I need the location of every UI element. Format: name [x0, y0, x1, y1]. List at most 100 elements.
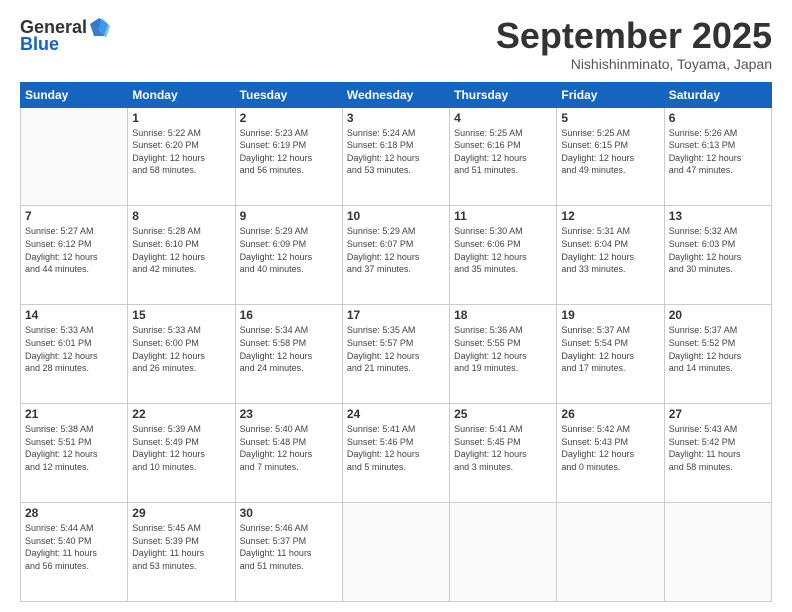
page: General Blue September 2025 Nishishinmin… [0, 0, 792, 612]
day-number: 3 [347, 111, 445, 125]
table-row: 16 Sunrise: 5:34 AM Sunset: 5:58 PM Dayli… [235, 305, 342, 404]
day-info: Sunrise: 5:29 AM Sunset: 6:07 PM Dayligh… [347, 225, 445, 275]
day-info: Sunrise: 5:36 AM Sunset: 5:55 PM Dayligh… [454, 324, 552, 374]
calendar-week-row: 7 Sunrise: 5:27 AM Sunset: 6:12 PM Daylig… [21, 206, 772, 305]
table-row: 9 Sunrise: 5:29 AM Sunset: 6:09 PM Daylig… [235, 206, 342, 305]
day-info: Sunrise: 5:26 AM Sunset: 6:13 PM Dayligh… [669, 127, 767, 177]
day-info: Sunrise: 5:44 AM Sunset: 5:40 PM Dayligh… [25, 522, 123, 572]
day-number: 6 [669, 111, 767, 125]
day-number: 1 [132, 111, 230, 125]
logo: General Blue [20, 16, 110, 55]
table-row: 24 Sunrise: 5:41 AM Sunset: 5:46 PM Dayli… [342, 404, 449, 503]
day-number: 26 [561, 407, 659, 421]
day-info: Sunrise: 5:33 AM Sunset: 6:00 PM Dayligh… [132, 324, 230, 374]
day-number: 12 [561, 209, 659, 223]
calendar-week-row: 28 Sunrise: 5:44 AM Sunset: 5:40 PM Dayli… [21, 503, 772, 602]
day-number: 2 [240, 111, 338, 125]
day-number: 18 [454, 308, 552, 322]
day-number: 24 [347, 407, 445, 421]
day-info: Sunrise: 5:38 AM Sunset: 5:51 PM Dayligh… [25, 423, 123, 473]
calendar-week-row: 1 Sunrise: 5:22 AM Sunset: 6:20 PM Daylig… [21, 107, 772, 206]
day-number: 8 [132, 209, 230, 223]
table-row: 3 Sunrise: 5:24 AM Sunset: 6:18 PM Daylig… [342, 107, 449, 206]
header-monday: Monday [128, 82, 235, 107]
table-row [664, 503, 771, 602]
table-row: 19 Sunrise: 5:37 AM Sunset: 5:54 PM Dayli… [557, 305, 664, 404]
day-info: Sunrise: 5:41 AM Sunset: 5:46 PM Dayligh… [347, 423, 445, 473]
header-sunday: Sunday [21, 82, 128, 107]
table-row: 26 Sunrise: 5:42 AM Sunset: 5:43 PM Dayli… [557, 404, 664, 503]
table-row [21, 107, 128, 206]
day-number: 29 [132, 506, 230, 520]
day-number: 19 [561, 308, 659, 322]
table-row: 12 Sunrise: 5:31 AM Sunset: 6:04 PM Dayli… [557, 206, 664, 305]
day-number: 14 [25, 308, 123, 322]
day-number: 21 [25, 407, 123, 421]
table-row: 1 Sunrise: 5:22 AM Sunset: 6:20 PM Daylig… [128, 107, 235, 206]
table-row: 6 Sunrise: 5:26 AM Sunset: 6:13 PM Daylig… [664, 107, 771, 206]
day-number: 11 [454, 209, 552, 223]
day-number: 7 [25, 209, 123, 223]
day-number: 23 [240, 407, 338, 421]
header-friday: Friday [557, 82, 664, 107]
day-info: Sunrise: 5:30 AM Sunset: 6:06 PM Dayligh… [454, 225, 552, 275]
day-info: Sunrise: 5:42 AM Sunset: 5:43 PM Dayligh… [561, 423, 659, 473]
day-number: 30 [240, 506, 338, 520]
day-number: 10 [347, 209, 445, 223]
day-number: 9 [240, 209, 338, 223]
day-info: Sunrise: 5:34 AM Sunset: 5:58 PM Dayligh… [240, 324, 338, 374]
day-info: Sunrise: 5:22 AM Sunset: 6:20 PM Dayligh… [132, 127, 230, 177]
day-info: Sunrise: 5:31 AM Sunset: 6:04 PM Dayligh… [561, 225, 659, 275]
day-info: Sunrise: 5:24 AM Sunset: 6:18 PM Dayligh… [347, 127, 445, 177]
title-block: September 2025 Nishishinminato, Toyama, … [496, 16, 772, 72]
table-row: 2 Sunrise: 5:23 AM Sunset: 6:19 PM Daylig… [235, 107, 342, 206]
day-info: Sunrise: 5:45 AM Sunset: 5:39 PM Dayligh… [132, 522, 230, 572]
day-info: Sunrise: 5:35 AM Sunset: 5:57 PM Dayligh… [347, 324, 445, 374]
table-row: 23Sunrise: 5:40 AM Sunset: 5:48 PM Dayli… [235, 404, 342, 503]
day-number: 16 [240, 308, 338, 322]
day-number: 15 [132, 308, 230, 322]
table-row: 11 Sunrise: 5:30 AM Sunset: 6:06 PM Dayli… [450, 206, 557, 305]
day-info: Sunrise: 5:37 AM Sunset: 5:54 PM Dayligh… [561, 324, 659, 374]
day-number: 28 [25, 506, 123, 520]
table-row: 5 Sunrise: 5:25 AM Sunset: 6:15 PM Daylig… [557, 107, 664, 206]
table-row [342, 503, 449, 602]
day-info: Sunrise: 5:27 AM Sunset: 6:12 PM Dayligh… [25, 225, 123, 275]
table-row: 14 Sunrise: 5:33 AM Sunset: 6:01 PM Dayli… [21, 305, 128, 404]
day-info: Sunrise: 5:23 AM Sunset: 6:19 PM Dayligh… [240, 127, 338, 177]
table-row: 18 Sunrise: 5:36 AM Sunset: 5:55 PM Dayli… [450, 305, 557, 404]
day-number: 25 [454, 407, 552, 421]
header: General Blue September 2025 Nishishinmin… [20, 16, 772, 72]
table-row [450, 503, 557, 602]
logo-icon [88, 16, 110, 38]
day-info: Sunrise: 5:39 AM Sunset: 5:49 PM Dayligh… [132, 423, 230, 473]
day-info: Sunrise: 5:46 AM Sunset: 5:37 PM Dayligh… [240, 522, 338, 572]
day-info: Sunrise: 5:25 AM Sunset: 6:15 PM Dayligh… [561, 127, 659, 177]
day-number: 22 [132, 407, 230, 421]
day-info: Sunrise: 5:28 AM Sunset: 6:10 PM Dayligh… [132, 225, 230, 275]
month-title: September 2025 [496, 16, 772, 56]
table-row: 7 Sunrise: 5:27 AM Sunset: 6:12 PM Daylig… [21, 206, 128, 305]
day-number: 27 [669, 407, 767, 421]
table-row: 8 Sunrise: 5:28 AM Sunset: 6:10 PM Daylig… [128, 206, 235, 305]
day-info: Sunrise: 5:29 AM Sunset: 6:09 PM Dayligh… [240, 225, 338, 275]
calendar-week-row: 21 Sunrise: 5:38 AM Sunset: 5:51 PM Dayli… [21, 404, 772, 503]
table-row: 30 Sunrise: 5:46 AM Sunset: 5:37 PM Dayli… [235, 503, 342, 602]
day-info: Sunrise: 5:32 AM Sunset: 6:03 PM Dayligh… [669, 225, 767, 275]
day-number: 13 [669, 209, 767, 223]
day-info: Sunrise: 5:41 AM Sunset: 5:45 PM Dayligh… [454, 423, 552, 473]
table-row: 20Sunrise: 5:37 AM Sunset: 5:52 PM Dayli… [664, 305, 771, 404]
day-info: Sunrise: 5:43 AM Sunset: 5:42 PM Dayligh… [669, 423, 767, 473]
day-info: Sunrise: 5:33 AM Sunset: 6:01 PM Dayligh… [25, 324, 123, 374]
calendar-header-row: Sunday Monday Tuesday Wednesday Thursday… [21, 82, 772, 107]
day-number: 17 [347, 308, 445, 322]
table-row: 25 Sunrise: 5:41 AM Sunset: 5:45 PM Dayli… [450, 404, 557, 503]
table-row [557, 503, 664, 602]
logo-blue: Blue [20, 34, 59, 55]
header-saturday: Saturday [664, 82, 771, 107]
table-row: 22 Sunrise: 5:39 AM Sunset: 5:49 PM Dayli… [128, 404, 235, 503]
day-number: 5 [561, 111, 659, 125]
table-row: 21 Sunrise: 5:38 AM Sunset: 5:51 PM Dayli… [21, 404, 128, 503]
table-row: 29 Sunrise: 5:45 AM Sunset: 5:39 PM Dayli… [128, 503, 235, 602]
calendar-week-row: 14 Sunrise: 5:33 AM Sunset: 6:01 PM Dayli… [21, 305, 772, 404]
